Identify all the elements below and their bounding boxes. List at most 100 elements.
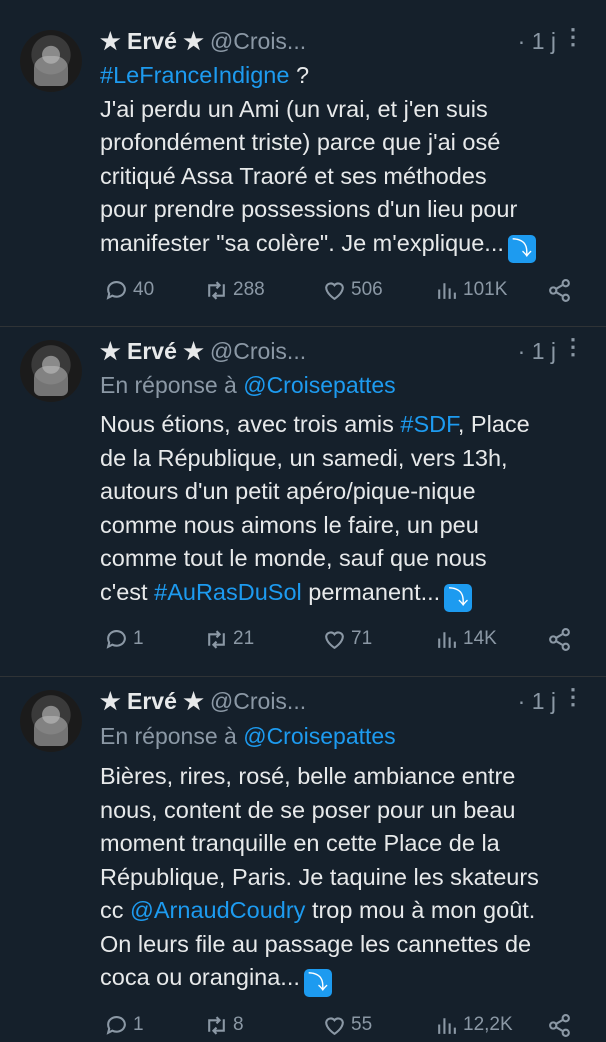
tweet-text: Bières, rires, rosé, belle ambiance entr…: [100, 760, 590, 997]
text-line: comme tout le monde, sauf que nous: [100, 545, 487, 571]
text-line: de la République, un samedi, vers 13h,: [100, 444, 508, 471]
hashtag-link[interactable]: #SDF: [400, 411, 457, 437]
share-icon: [549, 627, 570, 651]
more-options-icon[interactable]: ⋮: [562, 334, 584, 360]
handle[interactable]: @Crois...: [210, 338, 306, 365]
share-icon: [549, 278, 570, 302]
text-line: pour prendre possessions d'un lieu pour: [100, 196, 518, 222]
mention-link[interactable]: @Croisepattes: [243, 372, 395, 398]
more-options-icon[interactable]: ⋮: [562, 684, 584, 710]
reply-count: 1: [133, 628, 144, 649]
mention-link[interactable]: @ArnaudCoudry: [130, 897, 305, 923]
views-chart-icon: [438, 1017, 456, 1034]
retweet-count: 21: [233, 628, 255, 649]
display-name[interactable]: ★ Ervé ★: [100, 338, 204, 365]
text-line: moment tranquille en cette Place de la: [100, 830, 500, 856]
display-name[interactable]: ★ Ervé ★: [100, 688, 204, 715]
mention-link[interactable]: @Croisepattes: [243, 723, 395, 749]
reply-count: 40: [133, 279, 155, 300]
reply-button[interactable]: 1: [104, 1013, 144, 1038]
avatar[interactable]: [20, 340, 82, 402]
text-line: On leurs file au passage les cannettes d…: [100, 930, 532, 957]
text-line: critiqué Assa Traoré et ses méthodes: [100, 162, 487, 189]
display-name[interactable]: ★ Ervé ★: [100, 28, 204, 55]
avatar[interactable]: [20, 690, 82, 752]
timestamp[interactable]: · 1 j: [518, 338, 556, 365]
divider: [0, 676, 606, 677]
tweet-actions: 1 21 71 14K: [100, 622, 576, 656]
share-button[interactable]: [547, 1013, 576, 1038]
heart-icon: [325, 1016, 344, 1035]
text-fragment: c'est: [100, 578, 155, 605]
text-line: République, Paris. Je taquine les skateu…: [100, 863, 539, 890]
text-line: comme nous aimons le faire, un peu: [100, 511, 479, 538]
reply-icon: [106, 280, 126, 300]
share-button[interactable]: [547, 278, 576, 303]
timestamp[interactable]: · 1 j: [518, 28, 556, 55]
reply-button[interactable]: 40: [104, 278, 154, 303]
hashtag-link[interactable]: #LeFranceIndigne: [100, 62, 289, 88]
views-button[interactable]: 101K: [434, 278, 507, 303]
views-button[interactable]: 12,2K: [434, 1013, 513, 1038]
text-fragment: cc: [100, 897, 131, 923]
down-arrow-emoji: ⤵: [507, 234, 536, 263]
retweet-icon: [208, 280, 225, 300]
reply-button[interactable]: 1: [104, 627, 144, 652]
text-fragment: ?: [289, 62, 310, 88]
divider: [0, 326, 606, 327]
share-button[interactable]: [547, 627, 576, 652]
view-count: 101K: [463, 279, 508, 300]
retweet-button[interactable]: 288: [204, 278, 265, 303]
avatar[interactable]: [20, 30, 82, 92]
hashtag-link[interactable]: #AuRasDuSol: [154, 579, 302, 605]
retweet-icon: [208, 629, 225, 649]
heart-icon: [325, 630, 344, 649]
timestamp[interactable]: · 1 j: [518, 688, 556, 715]
tweet-actions: 40 288 506 101K: [100, 273, 576, 307]
text-fragment: Nous étions, avec trois amis: [100, 411, 401, 437]
retweet-count: 288: [233, 279, 265, 300]
reply-context: En réponse à @Croisepattes: [100, 723, 396, 750]
like-button[interactable]: 506: [322, 278, 383, 303]
tweet-header: ★ Ervé ★ @Crois... · 1 j ⋮: [100, 24, 586, 58]
view-count: 14K: [463, 628, 497, 649]
heart-icon: [325, 281, 344, 300]
views-chart-icon: [438, 631, 456, 648]
retweet-button[interactable]: 8: [204, 1013, 244, 1038]
text-line: autours d'un petit apéro/pique-nique: [100, 478, 476, 504]
like-count: 71: [351, 628, 373, 649]
retweet-count: 8: [233, 1014, 244, 1035]
views-chart-icon: [438, 282, 456, 299]
share-icon: [549, 1013, 570, 1037]
reply-icon: [106, 629, 126, 649]
reply-prefix: En réponse à: [100, 372, 244, 398]
down-arrow-emoji: ⤵: [444, 583, 473, 612]
tweet-text: #LeFranceIndigne ? J'ai perdu un Ami (un…: [100, 59, 590, 263]
tweet-text: Nous étions, avec trois amis #SDF, Place…: [100, 408, 590, 612]
tweet-header: ★ Ervé ★ @Crois... · 1 j ⋮: [100, 334, 586, 368]
text-line: profondément triste) parce que j'ai osé: [100, 129, 501, 155]
retweet-icon: [208, 1015, 225, 1035]
reply-context: En réponse à @Croisepattes: [100, 372, 396, 399]
handle[interactable]: @Crois...: [210, 28, 306, 55]
like-count: 506: [351, 279, 383, 300]
tweet-actions: 1 8 55 12,2K: [100, 1008, 576, 1042]
handle[interactable]: @Crois...: [210, 688, 306, 715]
reply-icon: [106, 1015, 126, 1035]
like-button[interactable]: 55: [322, 1013, 372, 1038]
retweet-button[interactable]: 21: [204, 627, 254, 652]
views-button[interactable]: 14K: [434, 627, 497, 652]
down-arrow-emoji: ⤵: [303, 969, 332, 997]
text-line: J'ai perdu un Ami (un vrai, et j'en suis: [100, 95, 488, 122]
tweet-header: ★ Ervé ★ @Crois... · 1 j ⋮: [100, 684, 586, 718]
like-count: 55: [351, 1014, 373, 1035]
text-fragment: trop mou à mon goût.: [305, 897, 536, 923]
view-count: 12,2K: [463, 1014, 513, 1035]
text-line: Bières, rires, rosé, belle ambiance entr…: [100, 763, 516, 789]
text-line: coca ou orangina...: [100, 964, 300, 990]
text-fragment: , Place: [457, 411, 530, 437]
like-button[interactable]: 71: [322, 627, 372, 652]
more-options-icon[interactable]: ⋮: [562, 24, 584, 50]
text-fragment: permanent...: [301, 578, 441, 605]
text-line: manifester "sa colère". Je m'explique...: [100, 229, 504, 256]
